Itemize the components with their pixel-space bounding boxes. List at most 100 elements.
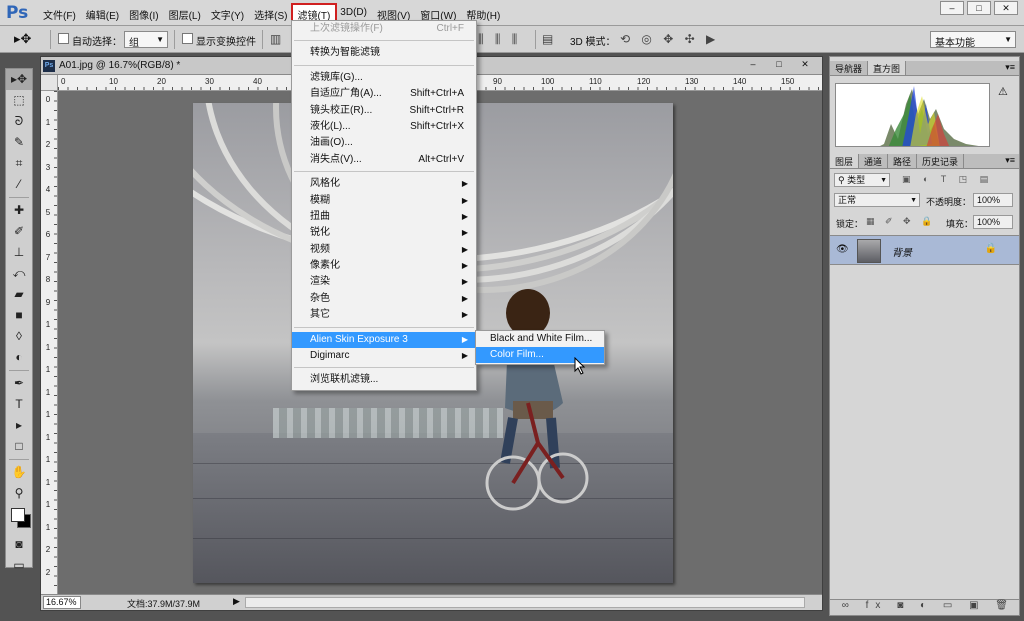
blur-tool-icon[interactable]: ◊ <box>6 326 32 347</box>
close-button[interactable]: ✕ <box>994 1 1018 15</box>
ruler-tick-label: 30 <box>205 77 214 86</box>
stamp-tool-icon[interactable]: ⊥ <box>6 242 32 263</box>
menu-select[interactable]: 选择(S) <box>249 5 292 24</box>
warning-icon[interactable]: ⚠ <box>998 85 1008 98</box>
marquee-tool-icon[interactable]: ⬚ <box>6 90 32 111</box>
filter-type-icons[interactable]: ▣ ◐ T ◳ ▤ <box>902 174 993 185</box>
move-tool-icon[interactable]: ▸✥ <box>6 69 32 90</box>
ruler-tick-label: 1 <box>45 522 51 532</box>
fill-field[interactable]: 100% <box>973 215 1013 229</box>
menu-item-render[interactable]: 渲染 ▶ <box>292 274 476 290</box>
menu-item-browse-online[interactable]: 浏览联机滤镜... <box>292 372 476 388</box>
shape-tool-icon[interactable]: □ <box>6 436 32 457</box>
tab-layers[interactable]: 图层 <box>830 154 860 168</box>
menu-item-other[interactable]: 其它 ▶ <box>292 307 476 323</box>
lock-icon: 🔒 <box>984 243 997 254</box>
doc-maximize-button[interactable]: □ <box>768 58 790 72</box>
dodge-tool-icon[interactable]: ◐ <box>6 347 32 368</box>
auto-select-dropdown[interactable]: 组 ▼ <box>124 31 168 49</box>
align-icons[interactable]: ▥ <box>270 32 285 46</box>
status-menu-arrow-icon[interactable]: ▶ <box>233 596 240 607</box>
show-transform-checkbox[interactable] <box>182 33 193 44</box>
quick-mask-icon[interactable]: ◙ <box>6 534 32 555</box>
healing-tool-icon[interactable]: ✚ <box>6 200 32 221</box>
minimize-button[interactable]: – <box>940 1 964 15</box>
menu-edit[interactable]: 编辑(E) <box>81 5 124 24</box>
maximize-button[interactable]: □ <box>967 1 991 15</box>
panel-menu-icon[interactable]: ▾≡ <box>1005 155 1015 166</box>
menu-item-adaptive-wide-angle[interactable]: 自适应广角(A)... Shift+Ctrl+A <box>292 86 476 102</box>
menu-item-alien-skin[interactable]: Alien Skin Exposure 3 ▶ <box>292 331 476 349</box>
layer-kind-filter[interactable]: ⚲ 类型 ▼ <box>834 173 890 187</box>
type-tool-icon[interactable]: T <box>6 394 32 415</box>
menu-item-digimarc[interactable]: Digimarc ▶ <box>292 348 476 364</box>
menu-item-distort[interactable]: 扭曲 ▶ <box>292 209 476 225</box>
pen-tool-icon[interactable]: ✒ <box>6 373 32 394</box>
menu-item-noise[interactable]: 杂色 ▶ <box>292 291 476 307</box>
menu-item-video[interactable]: 视频 ▶ <box>292 242 476 258</box>
brush-tool-icon[interactable]: ✐ <box>6 221 32 242</box>
divider <box>174 30 175 49</box>
menu-item-smart-filter[interactable]: 转换为智能滤镜 <box>292 45 476 61</box>
menu-item-stylize[interactable]: 风格化 ▶ <box>292 176 476 192</box>
opacity-field[interactable]: 100% <box>973 193 1013 207</box>
opacity-value: 100% <box>977 195 1001 205</box>
document-status-bar: 16.67% 文档:37.9M/37.9M ▶ <box>41 594 822 610</box>
hand-tool-icon[interactable]: ✋ <box>6 462 32 483</box>
path-select-tool-icon[interactable]: ▸ <box>6 415 32 436</box>
menu-item-last-filter[interactable]: 上次滤镜操作(F) Ctrl+F <box>292 21 476 37</box>
menu-image[interactable]: 图像(I) <box>124 5 163 24</box>
eye-icon[interactable]: 👁 <box>836 244 849 255</box>
submenu-arrow-icon: ▶ <box>461 179 468 189</box>
menu-item-pixelate[interactable]: 像素化 ▶ <box>292 258 476 274</box>
menu-item-sharpen[interactable]: 锐化 ▶ <box>292 225 476 241</box>
gradient-tool-icon[interactable]: ■ <box>6 305 32 326</box>
eyedropper-tool-icon[interactable]: ⁄ <box>6 174 32 195</box>
foreground-color[interactable] <box>11 508 25 522</box>
layers-panel-footer[interactable]: ∞ fx ◙ ◐ ▭ ▣ 🗑 <box>830 599 1019 615</box>
menu-item-oil-paint[interactable]: 油画(O)... <box>292 135 476 151</box>
lock-icons[interactable]: ▦ ✐ ✥ 🔒 <box>866 216 936 227</box>
menu-layer[interactable]: 图层(L) <box>164 5 206 24</box>
3d-mode-icons[interactable]: ⟲ ◎ ✥ ✣ ▶ <box>620 32 719 46</box>
tab-navigator[interactable]: 导航器 <box>830 61 869 75</box>
tab-history[interactable]: 历史记录 <box>917 154 965 168</box>
divider <box>9 459 29 460</box>
tab-paths[interactable]: 路径 <box>888 154 918 168</box>
zoom-tool-icon[interactable]: ⚲ <box>6 483 32 504</box>
doc-minimize-button[interactable]: – <box>742 58 764 72</box>
fill-label: 填充： <box>946 219 974 229</box>
menu-item-lens-correction[interactable]: 镜头校正(R)... Shift+Ctrl+R <box>292 103 476 119</box>
eraser-tool-icon[interactable]: ▰ <box>6 284 32 305</box>
auto-select-checkbox[interactable] <box>58 33 69 44</box>
lasso-tool-icon[interactable]: ᘐ <box>6 111 32 132</box>
menu-file[interactable]: 文件(F) <box>38 5 81 24</box>
blend-mode-dropdown[interactable]: 正常 ▼ <box>834 193 920 207</box>
workspace-dropdown[interactable]: 基本功能 ▼ <box>930 31 1016 49</box>
horizontal-scrollbar[interactable] <box>245 597 805 608</box>
menu-item-filter-gallery[interactable]: 滤镜库(G)... <box>292 70 476 86</box>
screen-mode-icon[interactable]: ▭ <box>6 555 32 576</box>
menu-item-liquify[interactable]: 液化(L)... Shift+Ctrl+X <box>292 119 476 135</box>
tab-histogram[interactable]: 直方图 <box>868 61 907 75</box>
vertical-ruler[interactable]: 0 1 2 3 4 5 6 7 8 9 1 1 1 1 1 1 1 1 1 1 2 2 <box>41 91 58 595</box>
ruler-origin[interactable] <box>41 75 58 91</box>
menu-item-blur[interactable]: 模糊 ▶ <box>292 193 476 209</box>
zoom-field[interactable]: 16.67% <box>43 596 81 609</box>
move-tool-preset-icon[interactable]: ▸✥ <box>14 31 31 47</box>
panel-menu-icon[interactable]: ▾≡ <box>1005 62 1015 73</box>
layer-row-background[interactable]: 👁 背景 🔒 <box>830 235 1019 265</box>
quick-select-tool-icon[interactable]: ✎ <box>6 132 32 153</box>
doc-close-button[interactable]: ✕ <box>794 58 816 72</box>
menu-type[interactable]: 文字(Y) <box>206 5 249 24</box>
history-brush-icon[interactable]: ⤺ <box>6 263 32 284</box>
ruler-tick-label: 6 <box>45 230 51 239</box>
crop-tool-icon[interactable]: ⌗ <box>6 153 32 174</box>
ruler-tick-label: 110 <box>589 77 602 86</box>
tab-channels[interactable]: 通道 <box>859 154 889 168</box>
menu-item-vanishing-point[interactable]: 消失点(V)... Alt+Ctrl+V <box>292 152 476 168</box>
auto-align-icon[interactable]: ▤ <box>542 32 557 46</box>
distribute-icons[interactable]: ⫼ ⫼ ⫼ <box>478 32 521 47</box>
color-swatches[interactable] <box>6 504 32 534</box>
submenu-item-bw-film[interactable]: Black and White Film... <box>476 331 604 347</box>
